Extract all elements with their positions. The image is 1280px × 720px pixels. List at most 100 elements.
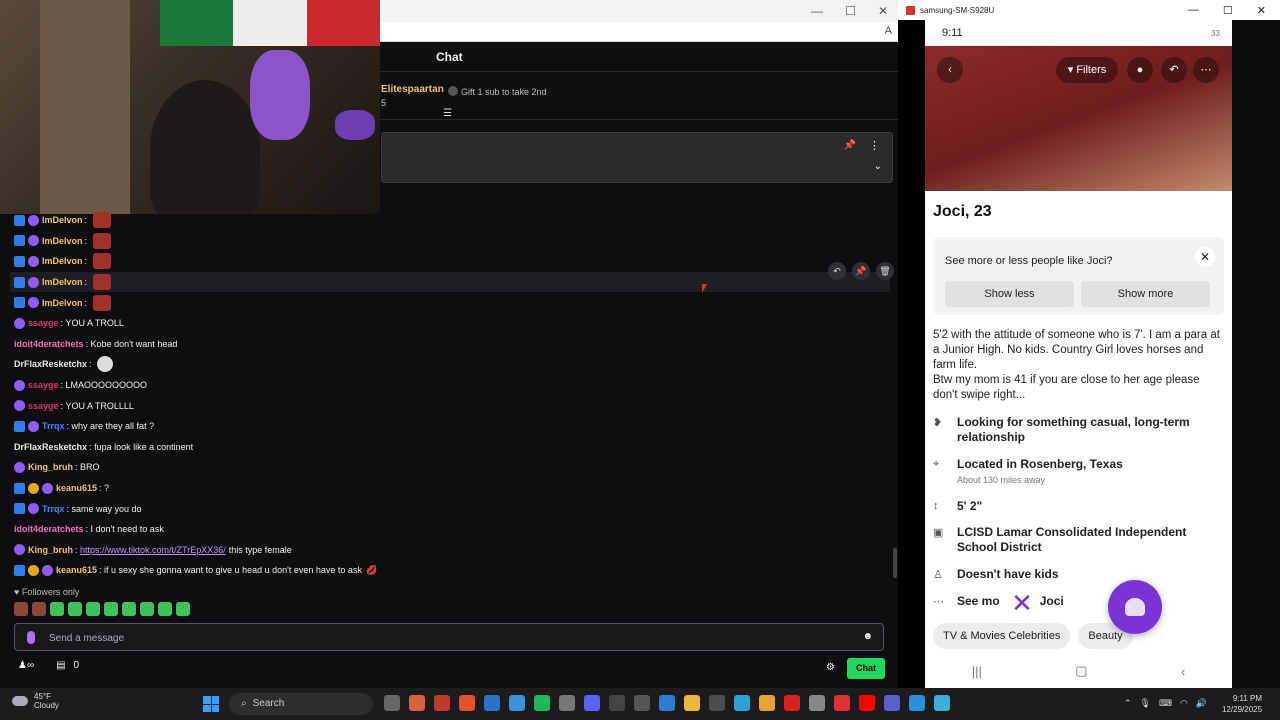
emote-icon[interactable] [92, 212, 111, 229]
collapse-icon[interactable]: ☰ [443, 108, 452, 119]
reply-icon[interactable]: ↶ [828, 262, 846, 280]
leaderboard-name[interactable]: Elitespaartan [381, 84, 444, 95]
filters-button[interactable]: ▾ Filters [1056, 57, 1118, 83]
more-icon[interactable]: ⋯ [1193, 57, 1219, 83]
scrcpy-taskbar-icon[interactable] [784, 695, 800, 711]
chevron-down-icon[interactable]: ⌄ [874, 161, 882, 172]
app-icon[interactable] [809, 695, 825, 711]
sub-badge-icon[interactable] [28, 297, 39, 309]
chat-username[interactable]: ImDelvon [42, 298, 83, 308]
volume-icon[interactable]: 🔊 [1196, 698, 1207, 709]
chat-username[interactable]: keanu615 [56, 483, 97, 493]
discord-icon[interactable] [584, 695, 600, 711]
read-aloud-icon[interactable]: A [885, 25, 892, 37]
sub-badge-icon[interactable] [28, 420, 39, 432]
task-view-icon[interactable] [384, 695, 400, 711]
interest-tag[interactable]: TV & Movies Celebrities [933, 623, 1071, 649]
prime-badge-icon[interactable] [14, 297, 25, 309]
app-icon[interactable] [609, 695, 625, 711]
chat-username[interactable]: King_bruh [28, 545, 73, 555]
chat-username[interactable]: idoit4deratchets [14, 339, 84, 349]
emote-icon[interactable] [86, 602, 100, 616]
pin-icon[interactable]: 📌 [844, 140, 856, 151]
chat-message[interactable]: ImDelvon: [10, 251, 890, 272]
minimize-icon[interactable]: — [811, 4, 823, 18]
gear-icon[interactable]: ⚙ [826, 662, 835, 673]
chevron-up-icon[interactable]: ⌃ [1124, 698, 1132, 709]
emote-icon[interactable] [122, 602, 136, 616]
prime-badge-icon[interactable] [14, 564, 25, 576]
scrollbar[interactable] [893, 548, 897, 578]
message-input[interactable]: Send a message ☻ [14, 623, 884, 651]
sub-badge-icon[interactable] [28, 255, 39, 267]
show-less-button[interactable]: Show less [945, 281, 1074, 307]
chat-message[interactable]: DrFlaxResketchx: fupa look like a contin… [10, 437, 890, 458]
maximize-icon[interactable]: ☐ [1223, 4, 1233, 17]
chat-message[interactable]: ssayge: LMAOOOOOOOOO [10, 375, 890, 396]
home-icon[interactable]: ▢ [1075, 663, 1087, 679]
emote-icon[interactable] [92, 253, 111, 270]
address-bar[interactable]: A [380, 22, 898, 42]
emote-icon[interactable] [92, 232, 111, 249]
chat-link[interactable]: https://www.tiktok.com/t/ZTrEpXX36/ [80, 545, 226, 555]
keyboard-icon[interactable]: ⌨ [1159, 698, 1172, 709]
close-icon[interactable]: ✕ [1257, 4, 1266, 17]
gift-prompt[interactable]: Gift 1 sub to take 2nd [448, 86, 547, 97]
chat-username[interactable]: ImDelvon [42, 236, 83, 246]
prime-badge-icon[interactable] [14, 482, 25, 494]
chat-username[interactable]: idoit4deratchets [14, 524, 84, 534]
undo-icon[interactable]: ↶ [1161, 57, 1187, 83]
prime-badge-icon[interactable] [14, 214, 25, 226]
prime-badge-icon[interactable] [14, 255, 25, 267]
sub-badge-icon[interactable] [14, 317, 25, 329]
close-icon[interactable]: ✕ [878, 4, 888, 18]
telegram-icon[interactable] [734, 695, 750, 711]
chat-message[interactable]: King_bruh: https://www.tiktok.com/t/ZTrE… [10, 540, 890, 561]
emote-icon[interactable] [92, 294, 111, 311]
emote-icon[interactable] [97, 356, 114, 373]
prime-badge-icon[interactable] [14, 235, 25, 247]
start-button[interactable] [203, 696, 219, 712]
chat-message[interactable]: ssayge: YOU A TROLL [10, 313, 890, 334]
emote-picker-icon[interactable]: ☻ [862, 631, 873, 642]
spotify-icon[interactable] [534, 695, 550, 711]
mic-tray-icon[interactable]: 🎙 [1140, 698, 1151, 709]
chrome-icon[interactable] [684, 695, 700, 711]
pass-icon[interactable]: ✕ [1004, 585, 1040, 621]
sub-badge-icon[interactable] [14, 544, 25, 556]
see-more-row[interactable]: ⋯ See mo Joci [933, 594, 1228, 609]
chat-message[interactable]: ImDelvon: [10, 271, 890, 293]
back-icon[interactable]: ‹ [937, 57, 963, 83]
chat-message[interactable]: Trrqx: same way you do [10, 498, 890, 519]
chat-username[interactable]: ImDelvon [42, 215, 83, 225]
emote-icon[interactable] [176, 602, 190, 616]
chat-message[interactable]: ImDelvon: [10, 210, 890, 231]
sub-badge-icon[interactable] [28, 276, 39, 288]
chat-username[interactable]: ssayge [28, 401, 59, 411]
sub-badge-icon[interactable] [42, 482, 53, 494]
emote-icon[interactable] [92, 274, 111, 291]
chat-username[interactable]: Trrqx [42, 421, 65, 431]
gold-badge-icon[interactable] [28, 482, 39, 494]
app-icon[interactable] [434, 695, 450, 711]
emote-icon[interactable] [140, 602, 154, 616]
opera-icon[interactable] [834, 695, 850, 711]
chat-message[interactable]: DrFlaxResketchx: [10, 354, 890, 375]
emote-icon[interactable] [14, 602, 28, 616]
chat-username[interactable]: ssayge [28, 318, 59, 328]
mic-icon[interactable] [27, 631, 35, 644]
emote-icon[interactable] [104, 602, 118, 616]
chat-username[interactable]: ImDelvon [42, 256, 83, 266]
pin-message-icon[interactable]: 📌 [852, 262, 870, 280]
recents-icon[interactable]: ||| [972, 664, 982, 679]
sub-badge-icon[interactable] [28, 503, 39, 515]
app-icon[interactable] [484, 695, 500, 711]
chat-send-button[interactable]: Chat [847, 658, 885, 679]
delete-icon[interactable]: 🗑 [876, 262, 894, 280]
chat-username[interactable]: Trrqx [42, 504, 65, 514]
more-options-icon[interactable]: ⋮ [869, 139, 880, 152]
app-icon[interactable] [709, 695, 725, 711]
emote-icon[interactable] [32, 602, 46, 616]
chat-message[interactable]: ssayge: YOU A TROLLLL [10, 395, 890, 416]
location-icon[interactable]: ● [1127, 57, 1153, 83]
